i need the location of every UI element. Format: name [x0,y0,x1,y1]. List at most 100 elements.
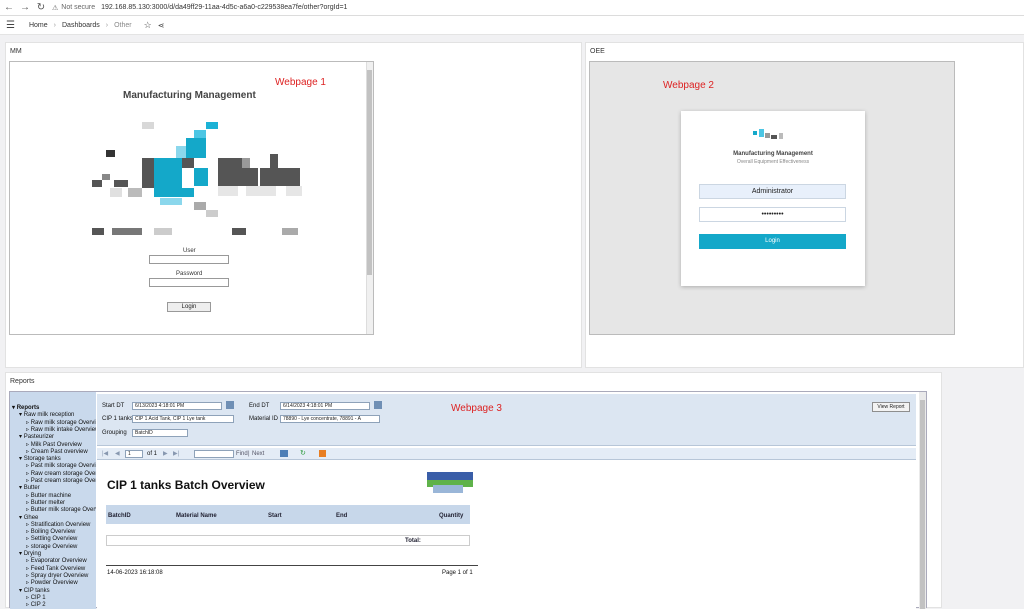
webpage3-frame[interactable]: ▾ Reports ▾ Raw milk reception ▹ Raw milk … [9,391,927,609]
column-batchid: BatchID [108,513,131,519]
calendar-icon[interactable] [374,401,382,409]
column-end: End [336,513,348,519]
back-icon[interactable]: ← [4,2,14,13]
footer-page: Page 1 of 1 [442,570,473,576]
star-icon[interactable]: ☆ [144,20,152,31]
not-secure-indicator[interactable]: ⚠ Not secure [52,4,95,12]
footer-date: 14-06-2023 16:18:08 [107,570,163,576]
breadcrumb-home[interactable]: Home [29,22,48,29]
column-material-name: Material Name [176,513,217,519]
tree-item[interactable]: ▾ Butter [19,484,40,491]
tree-item[interactable]: ▹ Stratification Overview [26,521,90,528]
report-title: CIP 1 tanks Batch Overview [107,478,265,492]
tree-item[interactable]: ▹ Butter milk storage Overview [26,506,96,513]
tree-item[interactable]: ▹ Evaporator Overview [26,557,87,564]
column-quantity: Quantity [439,513,464,519]
refresh-icon[interactable]: ↻ [300,449,306,457]
webpage1-frame[interactable]: Manufacturing Management User Password L… [9,61,374,335]
material-id-select[interactable]: 78890 - Lye concentrate, 78891 - A [280,415,380,423]
tree-item[interactable]: ▹ CIP 2 [26,601,46,608]
first-page-icon[interactable]: |◀ [102,450,108,457]
login-button[interactable]: Login [167,302,211,312]
user-label: User [183,248,196,254]
page-input[interactable]: 1 [125,450,143,458]
tree-item[interactable]: ▹ Boiling Overview [26,528,75,535]
reload-icon[interactable]: ↻ [36,2,46,13]
cip-tanks-select[interactable]: CIP 1 Acid Tank, CIP 1 Lye tank [132,415,234,423]
menu-icon[interactable]: ☰ [6,20,15,31]
url-text[interactable]: 192.168.85.130:3000/d/da49ff29-11aa-4d5c… [101,4,347,11]
feed-icon[interactable] [319,450,326,457]
end-dt-label: End DT [249,403,270,409]
tree-item[interactable]: ▾ CIP tanks [19,587,50,594]
dashboard-header: ☰ Home › Dashboards › Other ☆ ⋖ [0,16,1024,35]
webpage1-label: Webpage 1 [275,77,326,88]
grouping-select[interactable]: BatchID [132,429,188,437]
last-page-icon[interactable]: ▶| [173,450,179,457]
tree-item[interactable]: ▾ Raw milk reception [19,411,74,418]
start-dt-label: Start DT [102,403,125,409]
tree-item[interactable]: ▹ Past milk storage Overview [26,462,96,469]
tree-item[interactable]: ▾ Storage tanks [19,455,61,462]
table-header: BatchID Material Name Start End Quantity [106,505,470,524]
tree-item[interactable]: ▹ Cream Past overview [26,448,88,455]
tree-item[interactable]: ▹ Raw cream storage Overview [26,470,96,477]
username-field[interactable]: Administrator [699,184,846,199]
tree-item[interactable]: ▹ Powder Overview [26,579,78,586]
export-icon[interactable] [280,450,288,457]
user-input[interactable] [149,255,229,264]
scrollbar[interactable] [919,392,926,609]
tree-item[interactable]: ▹ Raw milk intake Overview [26,426,96,433]
tree-item[interactable]: ▹ Butter melter [26,499,65,506]
page-count: of 1 [147,451,158,457]
mm-title: Manufacturing Management [123,90,256,101]
panel-title: Reports [10,378,35,385]
card-title: Manufacturing Management [733,151,813,157]
password-field[interactable]: ••••••••• [699,207,846,222]
card-subtitle: Overall Equipment Effectiveness [736,159,810,165]
report-body: CIP 1 tanks Batch Overview BatchID Mater… [97,461,916,609]
password-input[interactable] [149,278,229,287]
start-dt-input[interactable]: 6/13/2023 4:18:01 PM [132,402,222,410]
webpage2-frame[interactable]: Manufacturing Management Overall Equipme… [589,61,955,335]
find-link[interactable]: Find [236,451,248,457]
tree-item[interactable]: ▾ Reports [12,404,39,411]
tree-item[interactable]: ▾ Ghee [19,514,38,521]
tree-item[interactable]: ▹ storage Overview [26,543,77,550]
calendar-icon[interactable] [226,401,234,409]
breadcrumb-separator-icon: › [105,21,109,29]
login-button[interactable]: Login [699,234,846,249]
webpage3-label: Webpage 3 [451,403,502,414]
tree-item[interactable]: ▹ Raw milk storage Overview [26,419,96,426]
share-icon[interactable]: ⋖ [158,21,165,30]
tree-item[interactable]: ▹ Butter machine [26,492,71,499]
end-dt-input[interactable]: 6/14/2023 4:18:01 PM [280,402,370,410]
tree-item[interactable]: ▹ Past cream storage Overview [26,477,96,484]
tree-item[interactable]: ▹ Feed Tank Overview [26,565,85,572]
forward-icon[interactable]: → [20,2,30,13]
breadcrumb-dashboards[interactable]: Dashboards [62,22,100,29]
tree-item[interactable]: ▾ Pasteurizer [19,433,54,440]
find-separator: | [248,451,250,457]
tree-item[interactable]: ▾ Drying [19,550,41,557]
prev-page-icon[interactable]: ◀ [115,450,120,457]
grouping-label: Grouping [102,430,127,436]
password-label: Password [176,271,203,277]
warning-icon: ⚠ [52,4,59,12]
view-report-button[interactable]: View Report [872,402,910,412]
scrollbar-thumb[interactable] [367,70,372,275]
tree-item[interactable]: ▹ Settling Overview [26,535,77,542]
tree-item[interactable]: ▹ Spray dryer Overview [26,572,88,579]
tree-item[interactable]: ▹ CIP 1 [26,594,46,601]
cip-tanks-label: CIP 1 tanks [102,416,133,422]
breadcrumb-current: Other [114,21,132,29]
report-toolbar: |◀ ◀ 1 of 1 ▶ ▶| Find | Next ↻ [97,448,916,460]
column-start: Start [268,513,282,519]
next-link[interactable]: Next [252,451,264,457]
find-input[interactable] [194,450,234,458]
login-card: Manufacturing Management Overall Equipme… [681,111,865,286]
material-id-label: Material ID [249,416,279,422]
tree-item[interactable]: ▹ Milk Past Overview [26,441,82,448]
scrollbar-thumb[interactable] [920,400,925,609]
next-page-icon[interactable]: ▶ [163,450,168,457]
